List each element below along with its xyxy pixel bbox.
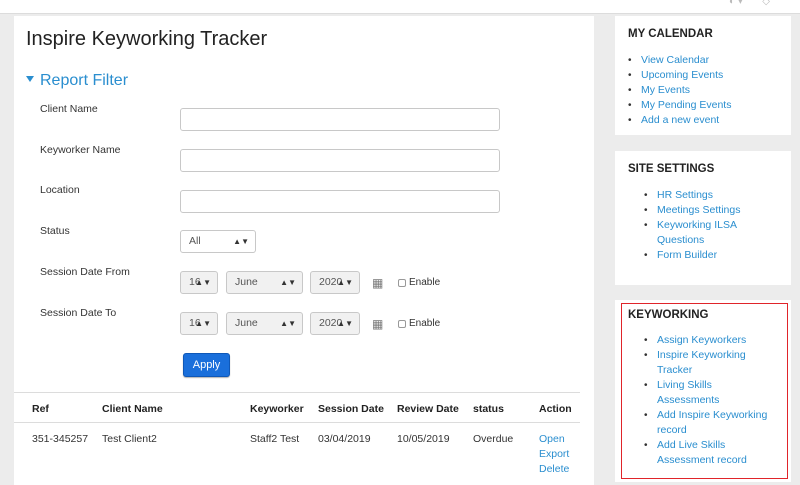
client-name-label: Client Name: [40, 103, 98, 115]
col-keyworker-header: Keyworker: [250, 403, 304, 415]
report-filter-toggle[interactable]: Report Filter: [26, 72, 128, 90]
row-client: Test Client2: [102, 433, 157, 445]
col-status-header: status: [473, 403, 504, 415]
select-arrows-icon: ▲▼: [195, 319, 211, 328]
divider: [14, 392, 580, 393]
select-arrows-icon: ▲▼: [280, 278, 296, 287]
keyworking-ilsa-link[interactable]: Keyworking ILSA: [644, 218, 740, 233]
to-year-select[interactable]: 2020 ▲▼: [310, 312, 360, 335]
main-content: Inspire Keyworking Tracker Report Filter…: [14, 16, 594, 485]
select-arrows-icon: ▲▼: [337, 319, 353, 328]
my-calendar-block: MY CALENDAR View Calendar Upcoming Event…: [615, 16, 791, 135]
row-session-date: 03/04/2019: [318, 433, 371, 445]
upcoming-events-link[interactable]: Upcoming Events: [628, 68, 731, 83]
status-select[interactable]: All ▲▼: [180, 230, 256, 253]
col-session-date-header: Session Date: [318, 403, 384, 415]
top-bar: ◐ ▾ ◇: [0, 0, 800, 14]
row-keyworker: Staff2 Test: [250, 433, 300, 445]
caret-down-icon: [26, 75, 34, 82]
site-settings-list: HR Settings Meetings Settings Keyworking…: [644, 188, 741, 263]
my-calendar-list: View Calendar Upcoming Events My Events …: [628, 53, 732, 128]
col-review-date-header: Review Date: [397, 403, 459, 415]
col-action-header: Action: [539, 403, 572, 415]
status-select-value: All: [189, 235, 201, 247]
user-menu-icon[interactable]: ◐ ▾ ◇: [729, 0, 770, 7]
row-ref: 351-345257: [32, 433, 89, 445]
from-month-value: June: [235, 276, 258, 288]
from-enable-label: Enable: [409, 277, 441, 288]
to-enable-checkbox[interactable]: [398, 320, 406, 328]
select-arrows-icon: ▲▼: [337, 278, 353, 287]
from-year-select[interactable]: 2020 ▲▼: [310, 271, 360, 294]
apply-button[interactable]: Apply: [183, 353, 230, 377]
to-month-select[interactable]: June ▲▼: [226, 312, 303, 335]
form-builder-link[interactable]: Form Builder: [644, 248, 740, 263]
location-label: Location: [40, 184, 80, 196]
to-enable-label: Enable: [409, 318, 441, 329]
report-filter-heading: Report Filter: [40, 72, 129, 89]
keyworker-name-label: Keyworker Name: [40, 144, 121, 156]
hr-settings-link[interactable]: HR Settings: [644, 188, 740, 203]
my-calendar-title: MY CALENDAR: [628, 28, 713, 40]
add-new-event-link[interactable]: Add a new event: [628, 113, 731, 128]
select-arrows-icon: ▲▼: [195, 278, 211, 287]
session-date-from-label: Session Date From: [40, 266, 130, 278]
divider: [14, 422, 580, 423]
to-day-select[interactable]: 16 ▲▼: [180, 312, 218, 335]
keyworking-ilsa-link-cont[interactable]: Questions: [657, 233, 740, 248]
row-review-date: 10/05/2019: [397, 433, 450, 445]
open-link[interactable]: Open: [539, 433, 565, 445]
delete-link[interactable]: Delete: [539, 463, 569, 475]
calendar-icon[interactable]: ▦: [372, 317, 383, 331]
my-pending-events-link[interactable]: My Pending Events: [628, 98, 732, 113]
my-events-link[interactable]: My Events: [628, 83, 731, 98]
meetings-settings-link[interactable]: Meetings Settings: [644, 203, 741, 218]
export-link[interactable]: Export: [539, 448, 569, 460]
keyworking-highlight-box: [621, 303, 788, 479]
status-label: Status: [40, 225, 70, 237]
site-settings-title: SITE SETTINGS: [628, 163, 715, 175]
to-month-value: June: [235, 317, 258, 329]
from-month-select[interactable]: June ▲▼: [226, 271, 303, 294]
calendar-icon[interactable]: ▦: [372, 276, 383, 290]
row-status: Overdue: [473, 433, 514, 445]
client-name-input[interactable]: [180, 108, 500, 131]
site-settings-block: SITE SETTINGS HR Settings Meetings Setti…: [615, 151, 791, 285]
view-calendar-link[interactable]: View Calendar: [628, 53, 731, 68]
from-day-select[interactable]: 16 ▲▼: [180, 271, 218, 294]
page-title: Inspire Keyworking Tracker: [26, 28, 268, 50]
location-input[interactable]: [180, 190, 500, 213]
col-ref-header: Ref: [32, 403, 49, 415]
select-arrows-icon: ▲▼: [233, 237, 249, 246]
from-enable-checkbox[interactable]: [398, 279, 406, 287]
session-date-to-label: Session Date To: [40, 307, 117, 319]
col-client-header: Client Name: [102, 403, 163, 415]
keyworker-name-input[interactable]: [180, 149, 500, 172]
select-arrows-icon: ▲▼: [280, 319, 296, 328]
